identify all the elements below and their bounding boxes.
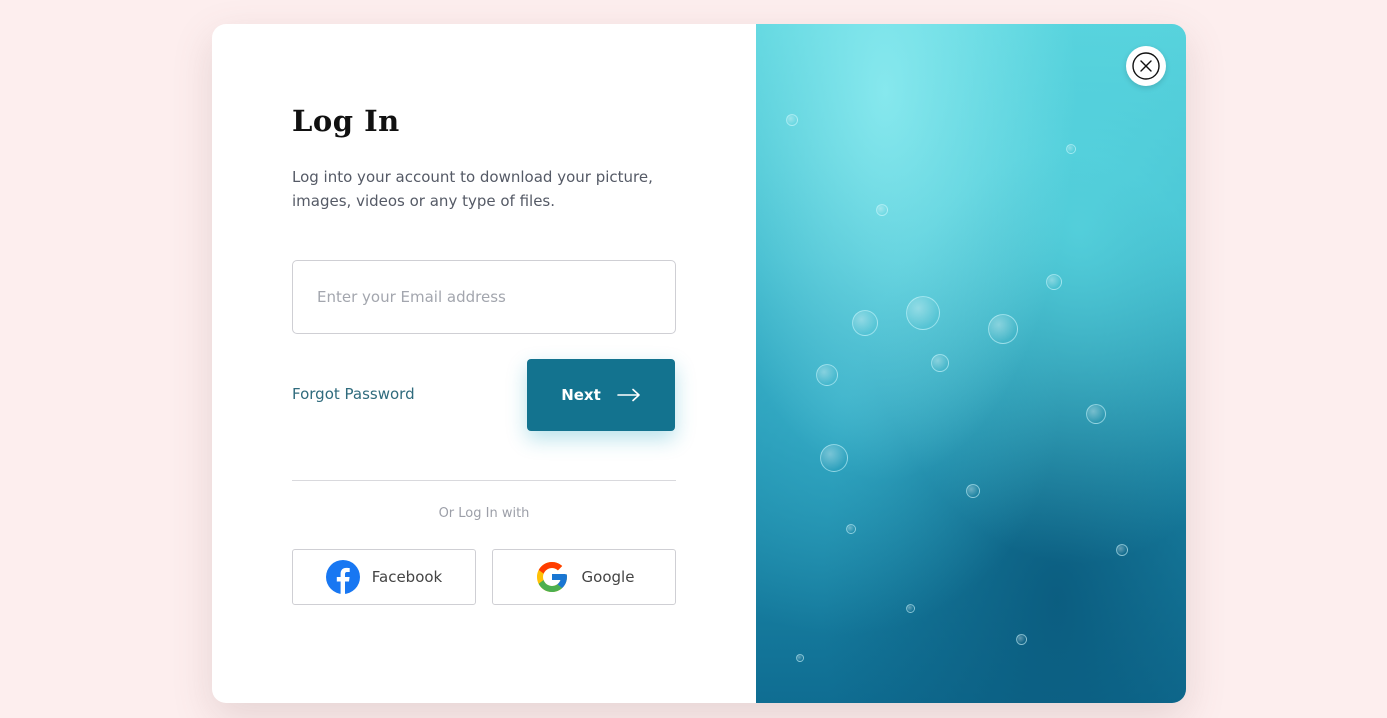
next-button-label: Next xyxy=(561,386,601,404)
bubble xyxy=(796,654,804,662)
bubble xyxy=(966,484,980,498)
bubble xyxy=(931,354,949,372)
login-panel: Log In Log into your account to download… xyxy=(212,24,756,703)
arrow-right-icon xyxy=(616,388,640,402)
bubble xyxy=(906,604,915,613)
email-field[interactable] xyxy=(293,261,675,333)
google-login-button[interactable]: Google xyxy=(492,549,676,605)
bubble xyxy=(988,314,1018,344)
bubble xyxy=(852,310,878,336)
divider xyxy=(292,480,676,481)
forgot-password-link[interactable]: Forgot Password xyxy=(292,385,415,403)
facebook-icon xyxy=(325,560,360,594)
bubble xyxy=(1066,144,1076,154)
google-icon xyxy=(536,562,567,592)
facebook-label: Facebook xyxy=(371,568,443,586)
bubble xyxy=(1116,544,1128,556)
google-label: Google xyxy=(581,568,635,586)
bubble xyxy=(846,524,856,534)
close-icon xyxy=(1132,52,1160,80)
login-modal: Log In Log into your account to download… xyxy=(212,24,1186,703)
bubble xyxy=(906,296,940,330)
close-button[interactable] xyxy=(1126,46,1166,86)
alt-login-label: Or Log In with xyxy=(438,506,530,521)
bubble xyxy=(786,114,798,126)
bubble xyxy=(1016,634,1027,645)
bubble xyxy=(1046,274,1062,290)
email-field-container xyxy=(292,260,676,334)
bubble xyxy=(1086,404,1106,424)
login-description: Log into your account to download your p… xyxy=(292,168,653,210)
bubble xyxy=(816,364,838,386)
next-button[interactable]: Next xyxy=(527,359,675,431)
bubble xyxy=(876,204,888,216)
water-image xyxy=(756,24,1186,703)
bubble xyxy=(820,444,848,472)
facebook-login-button[interactable]: Facebook xyxy=(292,549,476,605)
page-title: Log In xyxy=(292,104,400,138)
